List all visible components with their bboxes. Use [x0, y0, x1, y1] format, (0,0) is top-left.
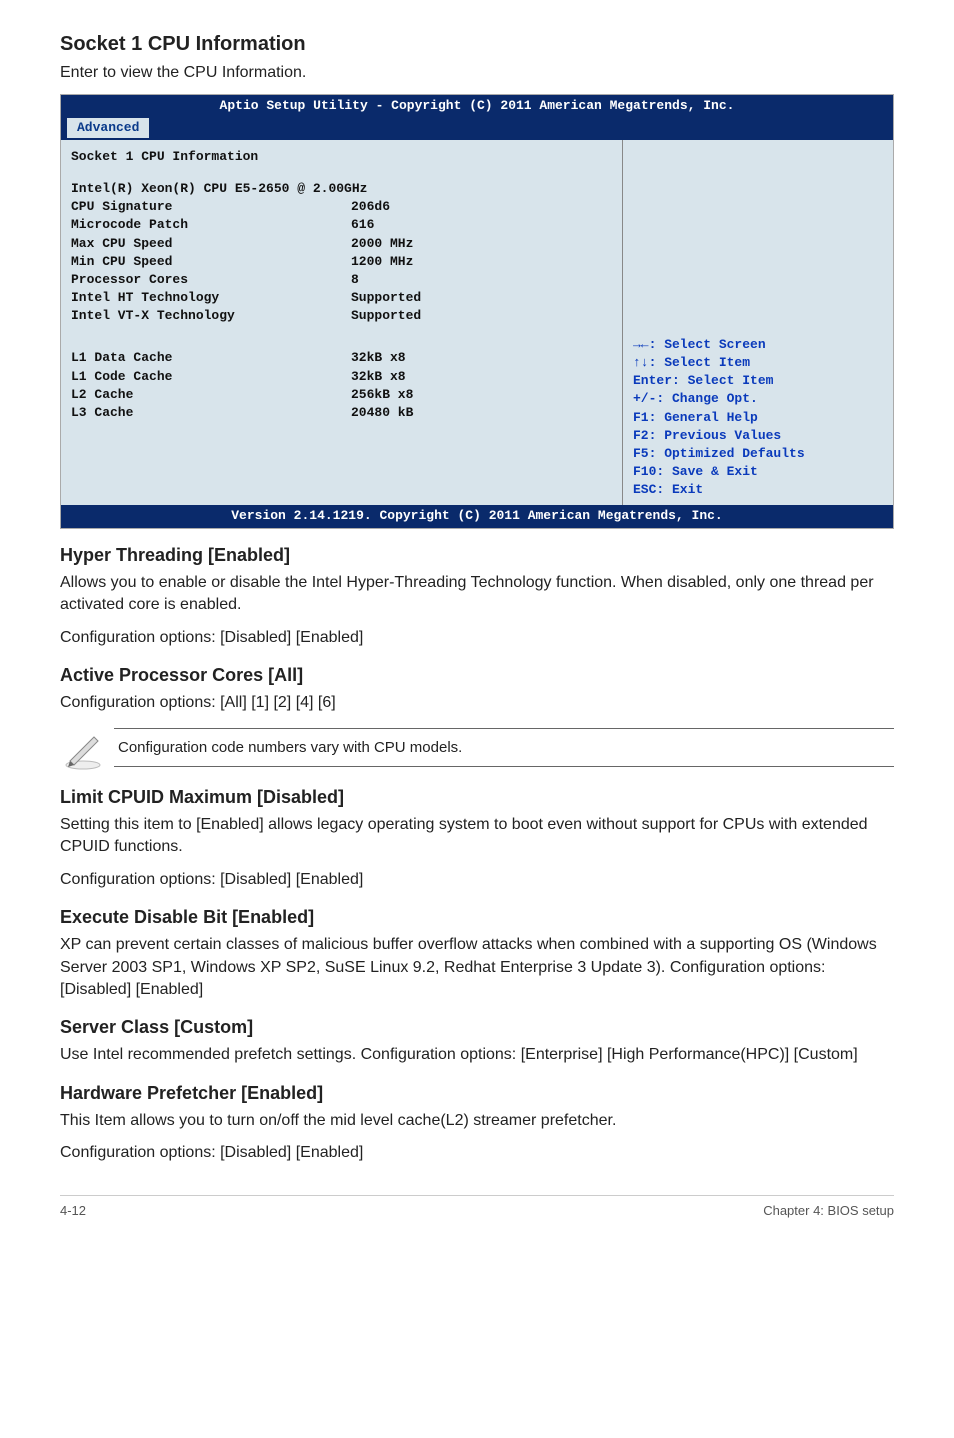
text-execute-disable-body: XP can prevent certain classes of malici… [60, 934, 894, 1001]
bios-label: L1 Code Cache [71, 368, 351, 386]
heading-server-class: Server Class [Custom] [60, 1015, 894, 1040]
bios-help-line: +/-: Change Opt. [633, 390, 883, 408]
bios-value: 1200 MHz [351, 253, 612, 271]
bios-row-l1-data-cache: L1 Data Cache 32kB x8 [71, 349, 612, 367]
bios-value: 616 [351, 216, 612, 234]
bios-row-l1-code-cache: L1 Code Cache 32kB x8 [71, 368, 612, 386]
bios-help-line: F5: Optimized Defaults [633, 445, 883, 463]
bios-value: 8 [351, 271, 612, 289]
bios-help-line: F1: General Help [633, 409, 883, 427]
bios-value: 32kB x8 [351, 349, 612, 367]
bios-label: Intel HT Technology [71, 289, 351, 307]
bios-row-microcode-patch: Microcode Patch 616 [71, 216, 612, 234]
bios-row-min-cpu-speed: Min CPU Speed 1200 MHz [71, 253, 612, 271]
bios-label: CPU Signature [71, 198, 351, 216]
pencil-note-icon [60, 725, 106, 771]
text-hw-prefetch-body: This Item allows you to turn on/off the … [60, 1110, 894, 1132]
bios-cpu-line: Intel(R) Xeon(R) CPU E5-2650 @ 2.00GHz [71, 180, 612, 198]
bios-label: Microcode Patch [71, 216, 351, 234]
bios-body: Socket 1 CPU Information Intel(R) Xeon(R… [61, 140, 893, 506]
bios-tab-bar: Advanced [61, 118, 893, 140]
bios-row-l3-cache: L3 Cache 20480 kB [71, 404, 612, 422]
bios-help-line: F2: Previous Values [633, 427, 883, 445]
bios-tab-advanced[interactable]: Advanced [67, 118, 149, 138]
text-active-cores-config: Configuration options: [All] [1] [2] [4]… [60, 692, 894, 714]
bios-help-line: ↑↓: Select Item [633, 354, 883, 372]
chapter-label: Chapter 4: BIOS setup [763, 1202, 894, 1220]
bios-value: Supported [351, 307, 612, 325]
bios-help-line: F10: Save & Exit [633, 463, 883, 481]
bios-row-max-cpu-speed: Max CPU Speed 2000 MHz [71, 235, 612, 253]
text-server-class-body: Use Intel recommended prefetch settings.… [60, 1044, 894, 1066]
bios-help-line: ESC: Exit [633, 481, 883, 499]
bios-value: 2000 MHz [351, 235, 612, 253]
bios-value: 20480 kB [351, 404, 612, 422]
heading-hyper-threading: Hyper Threading [Enabled] [60, 543, 894, 568]
bios-value: 32kB x8 [351, 368, 612, 386]
note-row: Configuration code numbers vary with CPU… [60, 725, 894, 771]
heading-limit-cpuid: Limit CPUID Maximum [Disabled] [60, 785, 894, 810]
bios-right-column: →←: Select Screen ↑↓: Select Item Enter:… [623, 140, 893, 506]
bios-row-intel-vtx: Intel VT-X Technology Supported [71, 307, 612, 325]
bios-help-line: →←: Select Screen [633, 336, 883, 354]
text-limit-cpuid-config: Configuration options: [Disabled] [Enabl… [60, 869, 894, 891]
heading-hw-prefetch: Hardware Prefetcher [Enabled] [60, 1081, 894, 1106]
bios-help-line: Enter: Select Item [633, 372, 883, 390]
bios-label: L3 Cache [71, 404, 351, 422]
bios-value: 256kB x8 [351, 386, 612, 404]
bios-row-l2-cache: L2 Cache 256kB x8 [71, 386, 612, 404]
bios-row-intel-ht: Intel HT Technology Supported [71, 289, 612, 307]
bios-group-title: Socket 1 CPU Information [71, 148, 612, 166]
bios-label: Min CPU Speed [71, 253, 351, 271]
heading-active-cores: Active Processor Cores [All] [60, 663, 894, 688]
text-socket-info-intro: Enter to view the CPU Information. [60, 62, 894, 84]
bios-value: Supported [351, 289, 612, 307]
bios-title-bar: Aptio Setup Utility - Copyright (C) 2011… [61, 95, 893, 117]
heading-socket-info: Socket 1 CPU Information [60, 30, 894, 58]
heading-execute-disable: Execute Disable Bit [Enabled] [60, 905, 894, 930]
bios-panel: Aptio Setup Utility - Copyright (C) 2011… [60, 94, 894, 528]
bios-label: Max CPU Speed [71, 235, 351, 253]
page-number: 4-12 [60, 1202, 86, 1220]
bios-label: Intel VT-X Technology [71, 307, 351, 325]
text-limit-cpuid-body: Setting this item to [Enabled] allows le… [60, 814, 894, 859]
note-text: Configuration code numbers vary with CPU… [114, 728, 894, 767]
bios-row-processor-cores: Processor Cores 8 [71, 271, 612, 289]
bios-row-cpu-signature: CPU Signature 206d6 [71, 198, 612, 216]
text-hyper-threading-body: Allows you to enable or disable the Inte… [60, 572, 894, 617]
bios-label: Processor Cores [71, 271, 351, 289]
text-hyper-threading-config: Configuration options: [Disabled] [Enabl… [60, 627, 894, 649]
bios-label: L2 Cache [71, 386, 351, 404]
text-hw-prefetch-config: Configuration options: [Disabled] [Enabl… [60, 1142, 894, 1164]
bios-label: L1 Data Cache [71, 349, 351, 367]
bios-value: 206d6 [351, 198, 612, 216]
bios-footer-bar: Version 2.14.1219. Copyright (C) 2011 Am… [61, 505, 893, 527]
page-footer: 4-12 Chapter 4: BIOS setup [60, 1195, 894, 1220]
bios-left-column: Socket 1 CPU Information Intel(R) Xeon(R… [61, 140, 623, 506]
